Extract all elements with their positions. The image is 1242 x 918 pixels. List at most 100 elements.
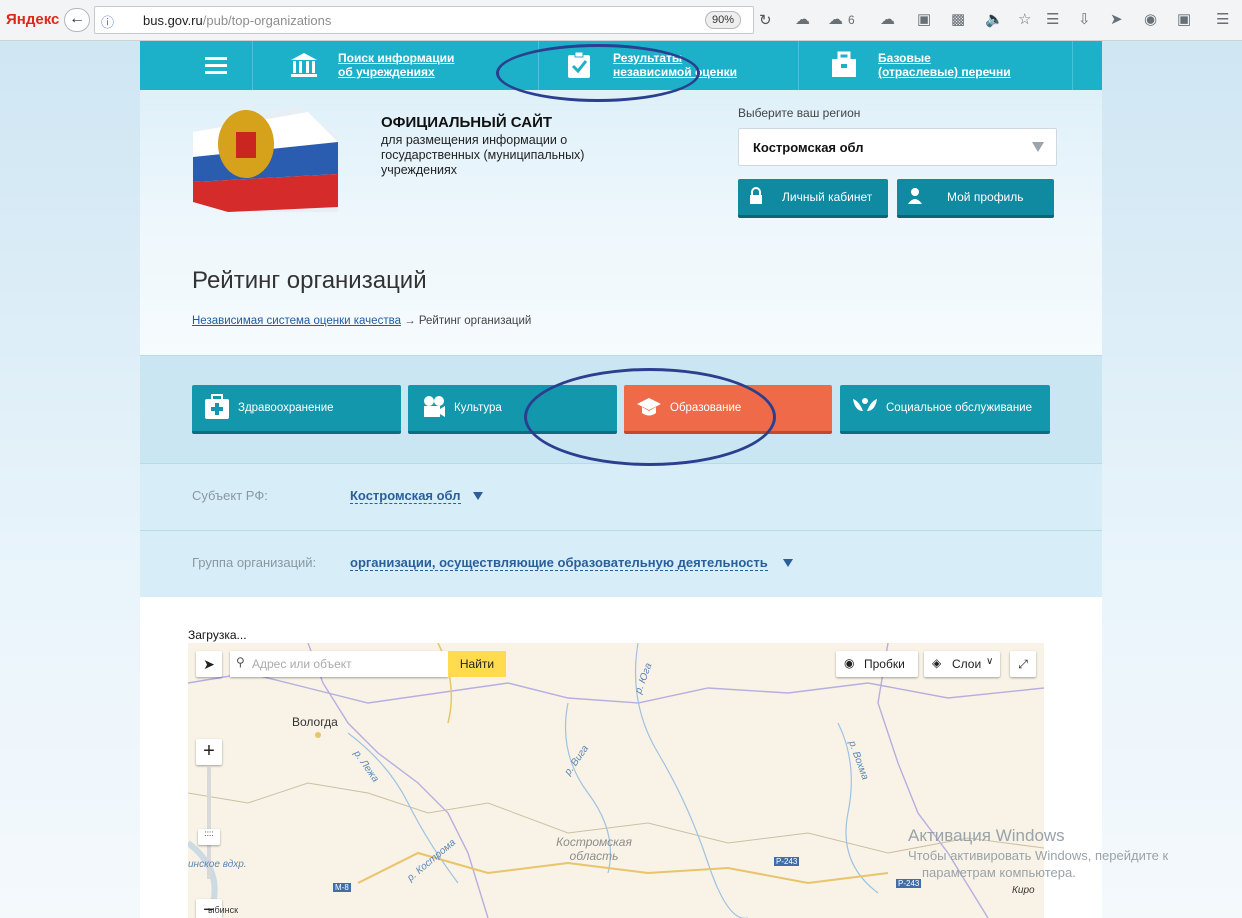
reload-icon[interactable]: ↻: [759, 11, 772, 29]
nav-label: Результаты независимой оценки: [613, 51, 737, 79]
category-culture[interactable]: Культура: [408, 385, 617, 434]
city-kiro: Киро: [1012, 885, 1035, 896]
subject-dropdown[interactable]: Костромская обл: [350, 488, 461, 504]
geolocation-icon[interactable]: ➤: [196, 651, 222, 677]
loading-text: Загрузка...: [188, 628, 247, 642]
film-camera-icon: [424, 396, 445, 417]
browser-toolbar: Яндекс ← ⓘ bus.gov.ru/pub/top-organizati…: [0, 0, 1242, 41]
category-bar: Здравоохранение Культура Образование Соц…: [140, 355, 1102, 464]
personal-cabinet-label: Личный кабинет: [782, 190, 873, 204]
region-value: Костромская обл: [753, 140, 864, 155]
layers-label: Слои: [952, 657, 982, 671]
sound-icon[interactable]: 🔈: [985, 10, 1004, 28]
category-label: Социальное обслуживание: [886, 402, 1033, 414]
layers-icon: ◈: [932, 656, 942, 670]
pocket-icon[interactable]: ◉: [1144, 10, 1157, 28]
bookmark-star-icon[interactable]: ☆: [1018, 10, 1031, 28]
bookmarks-list-icon[interactable]: ☰: [1046, 10, 1059, 28]
windows-activation-watermark: Активация Windows Чтобы активировать Win…: [908, 826, 1242, 880]
breadcrumb-link[interactable]: Независимая система оценки качества: [192, 315, 401, 327]
clipboard-check-icon: [568, 51, 590, 78]
traffic-label: Пробки: [864, 657, 905, 671]
category-label: Образование: [670, 402, 742, 414]
category-healthcare[interactable]: Здравоохранение: [192, 385, 401, 434]
screenshot-icon[interactable]: ▩: [951, 10, 965, 28]
url-text: bus.gov.ru/pub/top-organizations: [143, 13, 331, 28]
top-nav: Поиск информации об учреждениях Результат…: [140, 41, 1102, 90]
group-label: Группа организаций:: [192, 555, 317, 570]
dropdown-arrow-icon: [1032, 142, 1044, 152]
medical-kit-icon: [205, 394, 229, 419]
subject-label: Субъект РФ:: [192, 488, 268, 503]
nav-item-search-institutions[interactable]: Поиск информации об учреждениях: [290, 49, 500, 85]
browser-brand[interactable]: Яндекс: [6, 11, 59, 28]
site-title: ОФИЦИАЛЬНЫЙ САЙТ: [381, 114, 553, 131]
site-info-icon[interactable]: ⓘ: [101, 12, 114, 31]
chevron-down-icon[interactable]: [783, 559, 793, 567]
extension-icon[interactable]: ☁: [880, 10, 895, 28]
watermark-line: Чтобы активировать Windows, перейдите к: [908, 848, 1169, 863]
personal-cabinet-button[interactable]: Личный кабинет: [738, 179, 888, 218]
zoom-in-icon[interactable]: +: [196, 739, 222, 765]
sync-icon[interactable]: ☁: [795, 10, 810, 28]
weather-icon[interactable]: ☁: [828, 10, 843, 28]
category-label: Культура: [454, 402, 502, 414]
chevron-down-icon: ∨: [986, 656, 994, 667]
page-title: Рейтинг организаций: [192, 267, 427, 294]
graduation-cap-icon: [637, 398, 661, 416]
send-icon[interactable]: ➤: [1110, 10, 1123, 28]
region-label: Выберите ваш регион: [738, 106, 861, 120]
city-rybinsk: ыбинск: [208, 905, 239, 915]
brand-text: Яндекс: [6, 11, 60, 28]
region-select[interactable]: Костромская обл: [738, 128, 1057, 166]
watermark-title: Активация Windows: [908, 826, 1065, 845]
road-r243: Р-243: [896, 879, 922, 888]
map-find-button[interactable]: Найти: [448, 651, 506, 677]
my-profile-label: Мой профиль: [947, 190, 1024, 204]
menu-icon[interactable]: ☰: [1216, 10, 1229, 28]
site-header: ОФИЦИАЛЬНЫЙ САЙТ для размещения информац…: [140, 90, 1102, 355]
background-left: [0, 41, 140, 918]
lock-icon: [750, 187, 762, 204]
russia-flag-emblem-icon: [193, 107, 338, 212]
briefcase-icon: [832, 51, 856, 77]
zoom-slider-handle[interactable]: ::::: [198, 829, 220, 845]
chevron-down-icon[interactable]: [473, 492, 483, 500]
user-icon: [908, 188, 922, 204]
url-host: bus.gov.ru: [143, 13, 203, 28]
shield-icon[interactable]: ▣: [1177, 10, 1191, 28]
traffic-icon: ◉: [844, 656, 855, 670]
nav-item-base-lists[interactable]: Базовые (отраслевые) перечни: [830, 49, 1060, 85]
caring-hands-icon: [853, 398, 877, 411]
group-dropdown[interactable]: организации, осуществляющие образователь…: [350, 555, 768, 571]
watermark-line: параметрам компьютера.: [922, 865, 1076, 880]
weather-count: 6: [848, 13, 855, 27]
category-education[interactable]: Образование: [624, 385, 832, 434]
hamburger-menu-icon[interactable]: [205, 54, 227, 76]
subject-filter: Субъект РФ: Костромская обл: [140, 463, 1102, 532]
institution-building-icon: [291, 53, 317, 77]
category-social-service[interactable]: Социальное обслуживание: [840, 385, 1050, 434]
traffic-button[interactable]: ◉ Пробки: [836, 651, 918, 677]
category-label: Здравоохранение: [238, 402, 334, 414]
back-button[interactable]: ←: [64, 8, 90, 32]
translate-icon[interactable]: ▣: [917, 10, 931, 28]
address-bar[interactable]: ⓘ bus.gov.ru/pub/top-organizations 90% ↻: [94, 6, 772, 34]
download-icon[interactable]: ⇩: [1078, 10, 1091, 28]
site-subtitle: для размещения информации о государствен…: [381, 133, 585, 177]
breadcrumb-arrow: →: [404, 315, 416, 327]
group-filter: Группа организаций: организации, осущест…: [140, 530, 1102, 599]
nav-item-independent-evaluation[interactable]: Результаты независимой оценки: [565, 49, 785, 85]
url-path: /pub/top-organizations: [202, 13, 332, 28]
map-search-input[interactable]: ⚲ Адрес или объект: [230, 651, 448, 677]
nav-label: Поиск информации об учреждениях: [338, 51, 455, 79]
road-m8: М-8: [333, 883, 351, 892]
my-profile-button[interactable]: Мой профиль: [897, 179, 1054, 218]
search-icon: ⚲: [236, 655, 245, 669]
zoom-badge[interactable]: 90%: [705, 11, 742, 29]
layers-button[interactable]: ◈ Слои ∨: [924, 651, 1000, 677]
fullscreen-icon[interactable]: ⤢: [1010, 651, 1036, 677]
city-vologda: Вологда: [292, 715, 338, 729]
reservoir-label: инское вдхр.: [188, 859, 247, 870]
breadcrumb-current: Рейтинг организаций: [418, 315, 532, 327]
